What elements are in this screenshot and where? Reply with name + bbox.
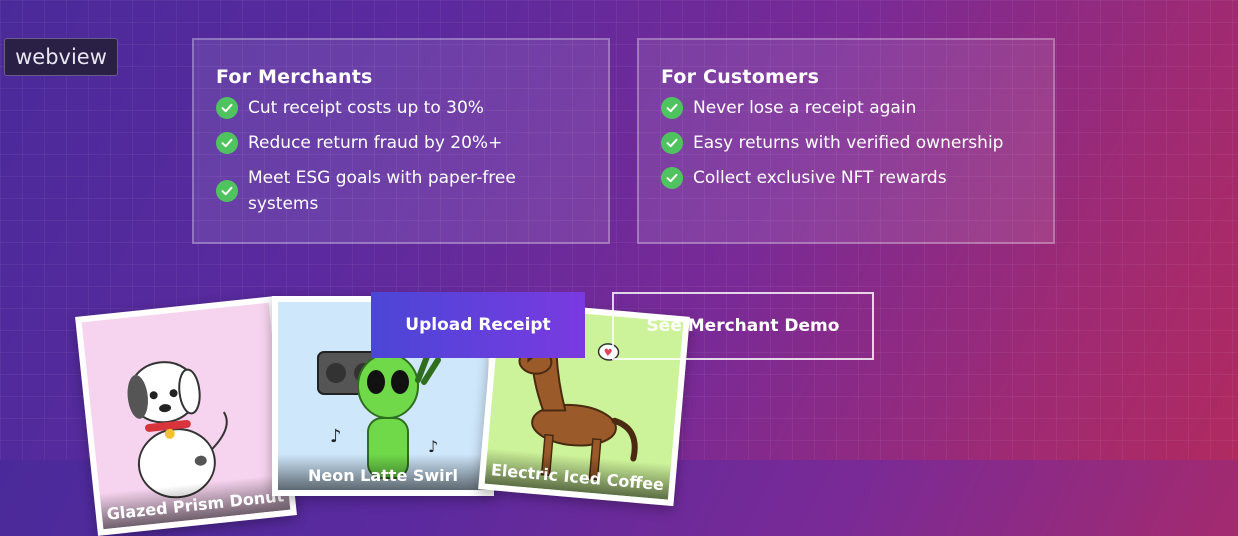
- check-circle-icon: [661, 132, 683, 154]
- customers-title: For Customers: [661, 66, 820, 88]
- card-art: Glazed Prism Donut: [81, 302, 291, 530]
- card-title: Neon Latte Swirl: [278, 454, 488, 490]
- benefit-text: Never lose a receipt again: [693, 98, 917, 118]
- check-circle-icon: [661, 167, 683, 189]
- webview-badge: webview: [4, 38, 118, 76]
- merchant-demo-button[interactable]: See Merchant Demo: [612, 292, 874, 360]
- benefit-text: Collect exclusive NFT rewards: [693, 168, 947, 188]
- check-circle-icon: [216, 180, 238, 202]
- customers-benefits-list: Never lose a receipt again Easy returns …: [661, 95, 1031, 191]
- benefit-text: Cut receipt costs up to 30%: [248, 98, 484, 118]
- nft-card[interactable]: Glazed Prism Donut: [75, 296, 297, 536]
- benefit-text: Reduce return fraud by 20%+: [248, 133, 503, 153]
- list-item: Never lose a receipt again: [661, 95, 1031, 121]
- list-item: Collect exclusive NFT rewards: [661, 165, 1031, 191]
- customers-panel: For Customers Never lose a receipt again…: [637, 38, 1055, 244]
- benefit-text: Meet ESG goals with paper-free systems: [248, 168, 516, 214]
- check-circle-icon: [661, 97, 683, 119]
- merchants-benefits-list: Cut receipt costs up to 30% Reduce retur…: [216, 95, 586, 217]
- benefit-text: Easy returns with verified ownership: [693, 133, 1004, 153]
- check-circle-icon: [216, 132, 238, 154]
- list-item: Reduce return fraud by 20%+: [216, 130, 586, 156]
- svg-text:♪: ♪: [330, 426, 342, 447]
- merchants-title: For Merchants: [216, 66, 373, 88]
- list-item: Cut receipt costs up to 30%: [216, 95, 586, 121]
- list-item: Meet ESG goals with paper-free systems: [216, 165, 586, 217]
- check-circle-icon: [216, 97, 238, 119]
- upload-receipt-button[interactable]: Upload Receipt: [371, 292, 585, 358]
- merchants-panel: For Merchants Cut receipt costs up to 30…: [192, 38, 610, 244]
- list-item: Easy returns with verified ownership: [661, 130, 1031, 156]
